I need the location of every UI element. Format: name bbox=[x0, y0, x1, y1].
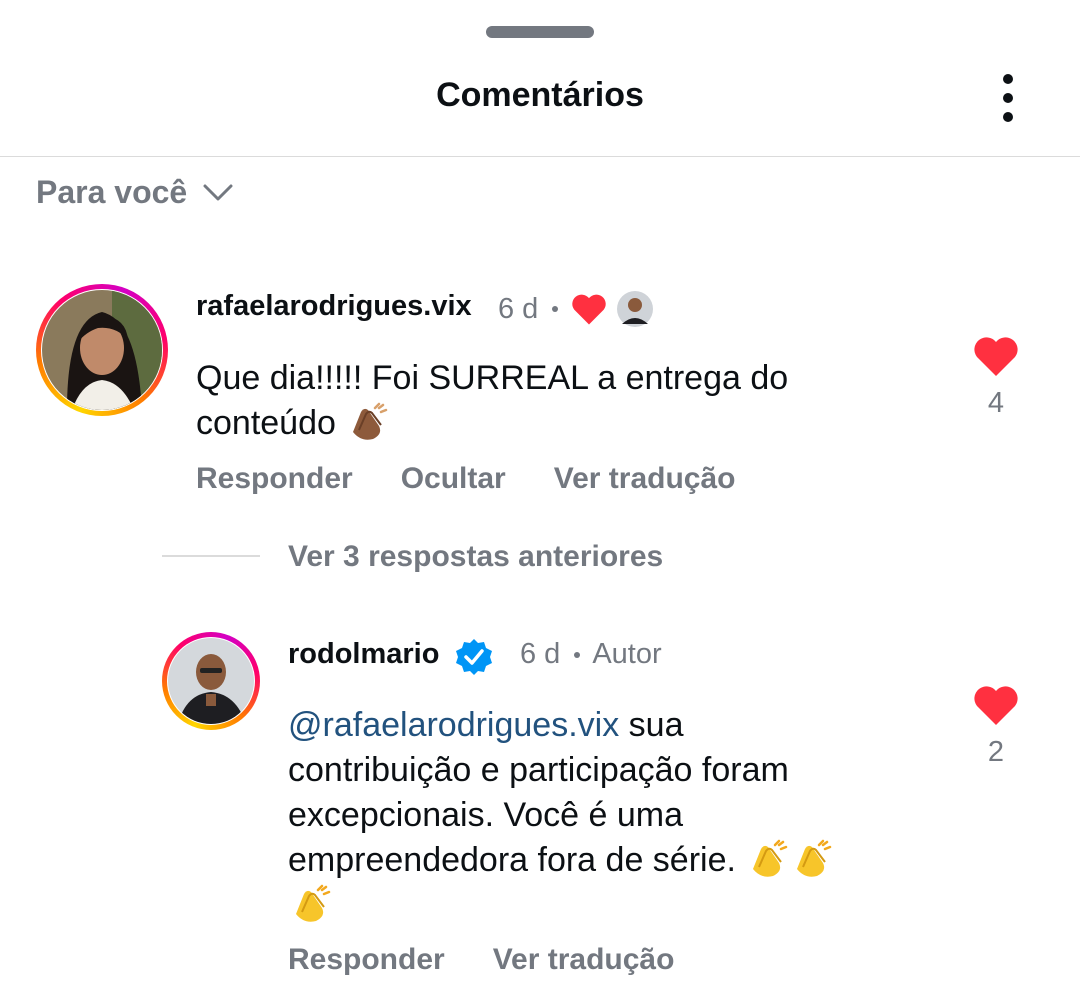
like-count: 2 bbox=[987, 736, 1005, 768]
comment-like-button[interactable]: 4 bbox=[961, 334, 1031, 420]
author-badge: Autor bbox=[592, 638, 662, 670]
translate-button[interactable]: Ver tradução bbox=[554, 462, 736, 496]
more-vertical-icon bbox=[1003, 74, 1013, 84]
heart-icon bbox=[572, 294, 607, 325]
reply-text: @rafaelarodrigues.vix sua contribuição e… bbox=[288, 703, 928, 928]
mention-link[interactable]: @rafaelarodrigues.vix bbox=[288, 706, 619, 744]
heart-icon bbox=[974, 686, 1018, 725]
sort-filter-label: Para você bbox=[36, 173, 188, 210]
replies-divider bbox=[162, 555, 260, 557]
reply-username[interactable]: rodolmario bbox=[288, 638, 439, 671]
comment-username[interactable]: rafaelarodrigues.vix bbox=[196, 290, 472, 323]
hide-button[interactable]: Ocultar bbox=[401, 462, 506, 496]
comments-sheet: Comentários Para você rafaelarodrigues.v… bbox=[0, 0, 1080, 1007]
view-previous-replies-button[interactable]: Ver 3 respostas anteriores bbox=[288, 540, 663, 574]
reply-time: 6 d bbox=[520, 638, 561, 670]
reply-button[interactable]: Responder bbox=[288, 943, 445, 977]
chevron-down-icon bbox=[203, 184, 233, 201]
sort-filter-dropdown[interactable]: Para você bbox=[36, 170, 233, 214]
heart-icon bbox=[974, 337, 1018, 376]
separator-dot bbox=[574, 651, 581, 658]
clapping-hands-emoji bbox=[797, 839, 832, 877]
clapping-hands-emoji bbox=[296, 884, 331, 922]
comment-actions: Responder Ocultar Ver tradução bbox=[196, 462, 783, 496]
translate-button[interactable]: Ver tradução bbox=[493, 943, 675, 977]
comment-text: Que dia!!!!! Foi SURREAL a entrega do co… bbox=[196, 359, 789, 442]
verified-badge-icon bbox=[456, 639, 492, 675]
header-divider bbox=[0, 156, 1080, 157]
avatar-photo bbox=[168, 638, 254, 724]
reply-like-button[interactable]: 2 bbox=[961, 683, 1031, 769]
like-count: 4 bbox=[987, 387, 1005, 419]
comment-meta: 6 d bbox=[498, 290, 654, 328]
avatar[interactable] bbox=[36, 284, 168, 416]
clapping-hands-emoji bbox=[753, 839, 788, 877]
reply-meta: 6 d Autor bbox=[520, 638, 662, 671]
avatar-photo bbox=[42, 290, 162, 410]
avatar[interactable] bbox=[162, 632, 260, 730]
reply-actions: Responder Ver tradução bbox=[288, 943, 722, 977]
clapping-hands-emoji bbox=[353, 402, 388, 440]
reply-button[interactable]: Responder bbox=[196, 462, 353, 496]
liked-by-author-avatar bbox=[617, 291, 654, 327]
more-options-button[interactable] bbox=[988, 70, 1028, 126]
comment-time: 6 d bbox=[498, 292, 539, 325]
page-title: Comentários bbox=[436, 76, 644, 114]
separator-dot bbox=[552, 306, 559, 312]
drag-handle[interactable] bbox=[486, 26, 594, 38]
